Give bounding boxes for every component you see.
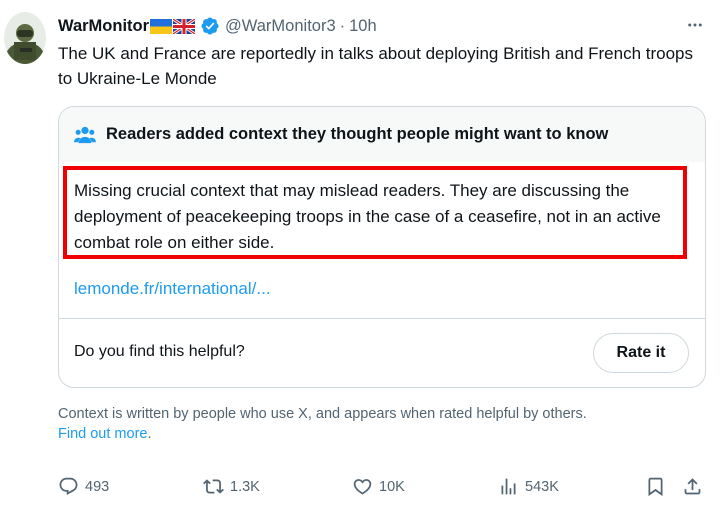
action-bar: 493 1.3K 10K 543K: [58, 476, 708, 500]
like-button[interactable]: 10K: [352, 476, 405, 497]
repost-icon: [203, 479, 224, 494]
disclaimer-text: Context is written by people who use X, …: [58, 406, 587, 422]
more-options-icon[interactable]: [684, 14, 706, 36]
rate-it-button[interactable]: Rate it: [593, 333, 689, 373]
community-note-title: Readers added context they thought peopl…: [106, 125, 609, 143]
author-name[interactable]: WarMonitor: [58, 17, 149, 36]
bookmark-icon: [648, 477, 663, 497]
ukraine-flag-icon: [150, 18, 173, 34]
share-icon: [684, 478, 701, 495]
community-note-body: Missing crucial context that may mislead…: [74, 181, 661, 252]
card-divider: [59, 318, 705, 319]
find-out-more-link[interactable]: Find out more: [58, 426, 147, 442]
repost-button[interactable]: 1.3K: [203, 476, 260, 497]
tweet-header: WarMonitor @WarMonitor3 · 10h: [58, 14, 706, 38]
source-link[interactable]: lemonde.fr/international/...: [74, 279, 271, 299]
reply-button[interactable]: 493: [58, 476, 109, 497]
context-disclaimer: Context is written by people who use X, …: [58, 404, 708, 444]
community-note-card: Readers added context they thought peopl…: [58, 106, 706, 388]
community-note-header: Readers added context they thought peopl…: [59, 107, 705, 162]
heart-icon: [353, 479, 372, 495]
author-handle[interactable]: @WarMonitor3: [225, 17, 336, 36]
reply-icon: [59, 477, 78, 495]
share-button[interactable]: [682, 476, 703, 497]
header-separator: ·: [339, 16, 346, 35]
uk-flag-icon: [173, 18, 196, 34]
disclaimer-period: .: [147, 426, 152, 442]
tweet-text: The UK and France are reportedly in talk…: [58, 44, 694, 88]
helpful-question: Do you find this helpful?: [74, 343, 245, 360]
view-count: 543K: [525, 478, 559, 495]
tweet-timestamp[interactable]: 10h: [349, 17, 377, 36]
analytics-icon: [501, 478, 516, 495]
verified-badge-icon[interactable]: [200, 16, 220, 36]
repost-count: 1.3K: [230, 478, 260, 495]
bookmark-button[interactable]: [645, 476, 666, 497]
like-count: 10K: [379, 478, 405, 495]
reply-count: 493: [85, 478, 110, 495]
avatar[interactable]: [4, 12, 46, 64]
views-button[interactable]: 543K: [498, 476, 559, 497]
people-icon: [74, 126, 96, 143]
